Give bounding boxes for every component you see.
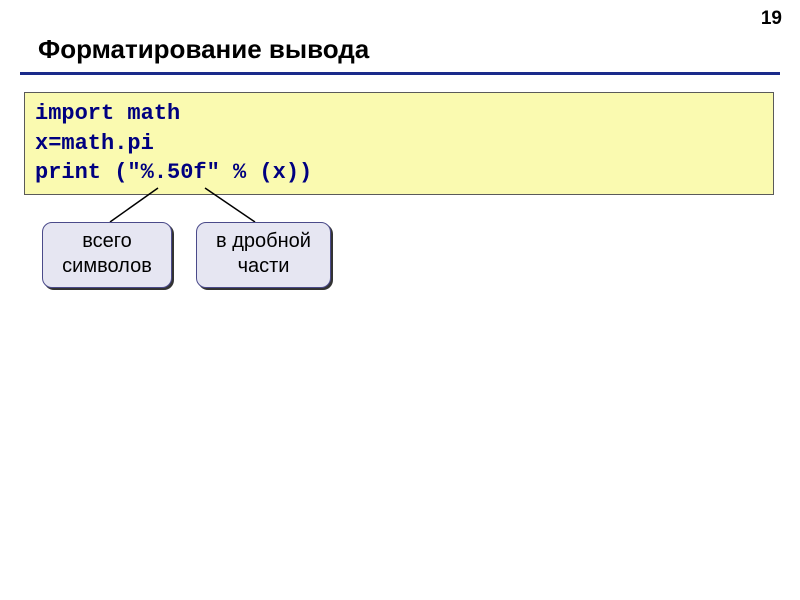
- page-number: 19: [761, 8, 782, 30]
- callout-fractional-part: в дробной части: [196, 222, 331, 288]
- callout-total-symbols: всего символов: [42, 222, 172, 288]
- pointer-lines: [0, 0, 800, 600]
- code-line-3: print ("%.50f" % (x)): [35, 160, 312, 185]
- code-line-2: x=math.pi: [35, 131, 154, 156]
- page-title: Форматирование вывода: [38, 34, 369, 65]
- callout-line: всего: [57, 229, 157, 254]
- code-line-1: import math: [35, 101, 180, 126]
- callout-line: в дробной: [211, 229, 316, 254]
- code-block: import math x=math.pi print ("%.50f" % (…: [24, 92, 774, 195]
- callout-line: символов: [57, 254, 157, 279]
- title-underline: [20, 72, 780, 75]
- callout-line: части: [211, 254, 316, 279]
